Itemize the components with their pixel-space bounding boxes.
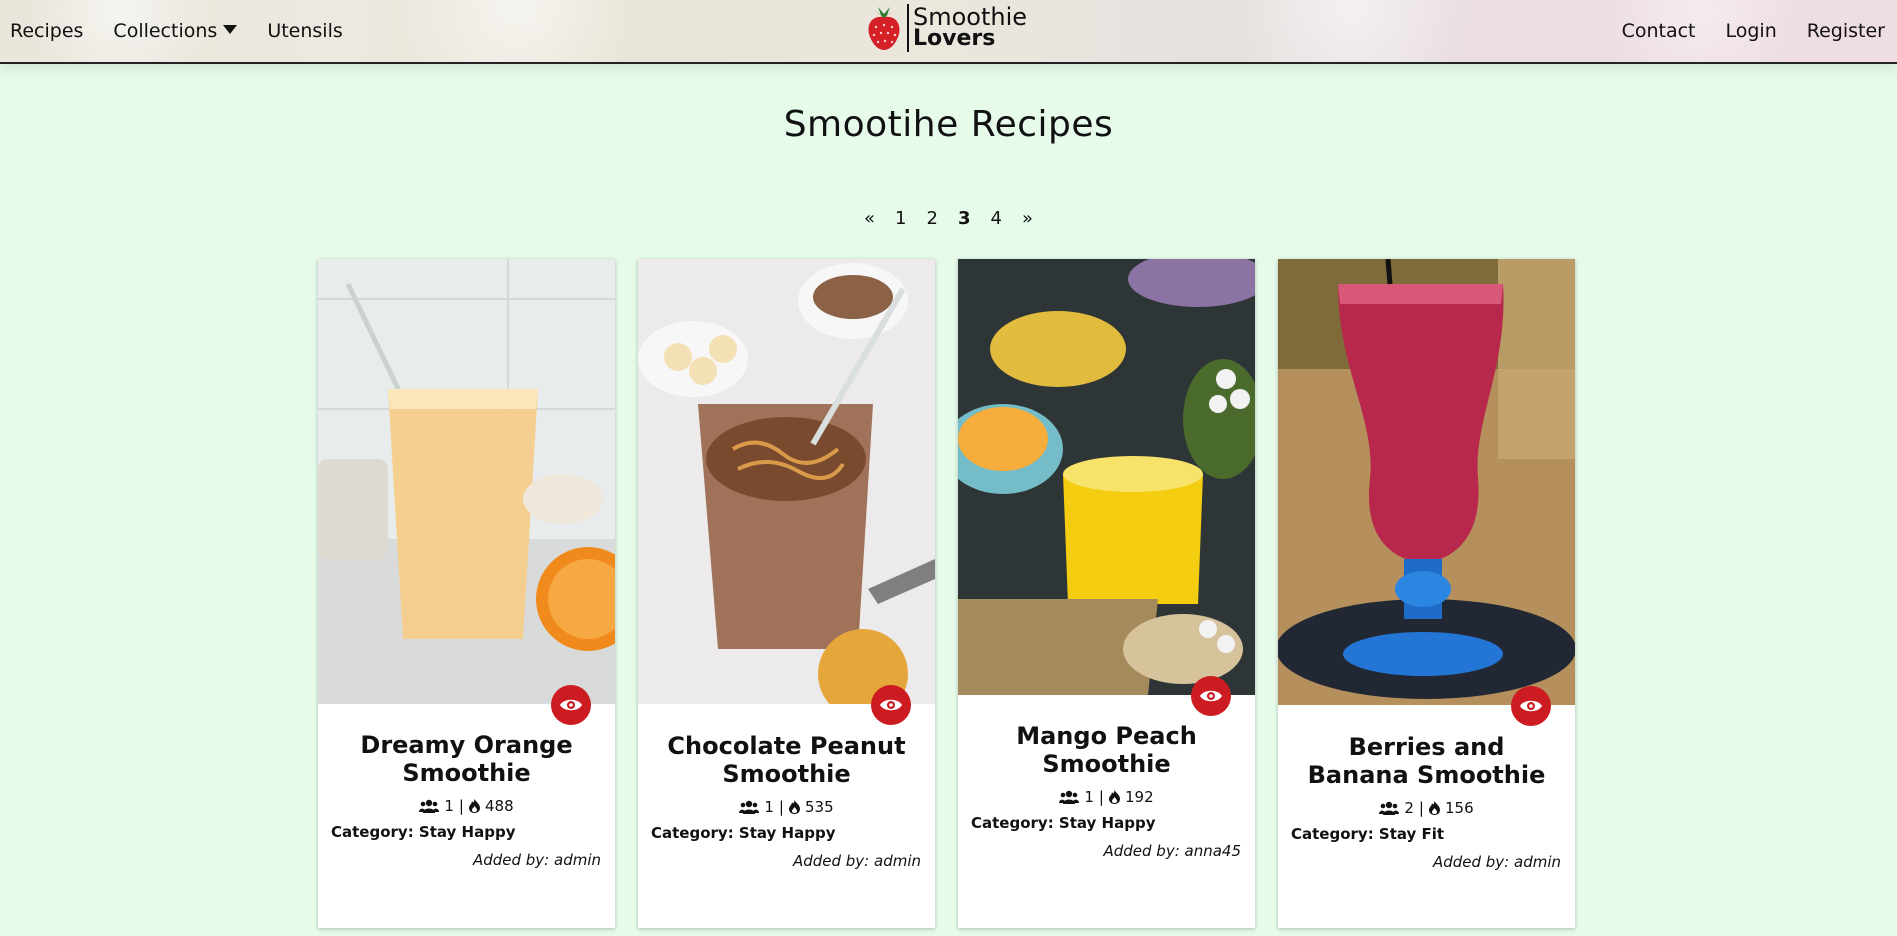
recipe-title[interactable]: Mango Peach Smoothie: [958, 722, 1255, 778]
recipe-image-berries-smoothie[interactable]: [1278, 259, 1575, 705]
users-icon: [739, 800, 760, 814]
calories-count: 535: [804, 798, 834, 816]
users-icon: [419, 799, 440, 813]
card-body: Mango Peach Smoothie 1 | 192 Category: S…: [958, 722, 1255, 860]
stats-separator: |: [1098, 788, 1104, 806]
nav-recipes-link[interactable]: Recipes: [10, 20, 83, 42]
recipe-title[interactable]: Chocolate Peanut Smoothie: [638, 732, 935, 788]
nav-left: Recipes Collections Utensils: [10, 20, 343, 42]
pagination-page-2[interactable]: 2: [925, 208, 940, 229]
recipe-stats: 1 | 488: [318, 797, 615, 815]
pagination-next[interactable]: »: [1020, 208, 1035, 229]
calories-count: 192: [1124, 788, 1154, 806]
recipe-image-mango-smoothie[interactable]: [958, 259, 1255, 695]
pagination-page-1[interactable]: 1: [893, 208, 908, 229]
recipe-category: Category: Stay Happy: [331, 823, 516, 841]
users-icon: [1379, 801, 1400, 815]
flame-icon: [1108, 790, 1120, 804]
recipe-author: Added by: anna45: [1103, 842, 1241, 860]
pagination-prev[interactable]: «: [862, 208, 877, 229]
recipe-category: Category: Stay Happy: [651, 824, 836, 842]
site-logo[interactable]: Smoothie Lovers: [864, 4, 1027, 52]
recipe-title[interactable]: Dreamy Orange Smoothie: [318, 731, 615, 787]
recipe-card[interactable]: Berries and Banana Smoothie 2 | 156 Cate…: [1278, 259, 1575, 928]
page-title: Smootihe Recipes: [783, 104, 1114, 145]
pagination-page-3-active[interactable]: 3: [956, 208, 973, 229]
pagination-page-4[interactable]: 4: [988, 208, 1003, 229]
nav-register-link[interactable]: Register: [1807, 20, 1885, 42]
recipe-title[interactable]: Berries and Banana Smoothie: [1278, 733, 1575, 789]
eye-icon: [1520, 700, 1542, 712]
recipe-card[interactable]: Chocolate Peanut Smoothie 1 | 535 Catego…: [638, 259, 935, 928]
logo-line-2: Lovers: [913, 25, 996, 51]
eye-icon: [560, 699, 582, 711]
recipe-image-chocolate-smoothie[interactable]: [638, 259, 935, 704]
eye-icon: [880, 699, 902, 711]
strawberry-icon: [868, 7, 900, 50]
flame-icon: [1428, 801, 1440, 815]
card-body: Chocolate Peanut Smoothie 1 | 535 Catego…: [638, 732, 935, 870]
recipe-category: Category: Stay Happy: [971, 814, 1156, 832]
stats-separator: |: [778, 798, 784, 816]
recipe-card[interactable]: Mango Peach Smoothie 1 | 192 Category: S…: [958, 259, 1255, 928]
nav-login-link[interactable]: Login: [1726, 20, 1777, 42]
recipe-image-orange-smoothie[interactable]: [318, 259, 615, 704]
logo-divider: [907, 4, 909, 52]
recipe-stats: 2 | 156: [1278, 799, 1575, 817]
pagination: « 1 2 3 4 »: [0, 208, 1897, 229]
recipe-card[interactable]: Dreamy Orange Smoothie 1 | 488 Category:…: [318, 259, 615, 928]
top-navbar: Recipes Collections Utensils Smoothie Lo…: [0, 0, 1897, 64]
calories-count: 488: [484, 797, 514, 815]
recipe-stats: 1 | 535: [638, 798, 935, 816]
servings-count: 1: [1084, 788, 1094, 806]
users-icon: [1059, 790, 1080, 804]
recipe-author: Added by: admin: [792, 852, 921, 870]
stats-separator: |: [458, 797, 464, 815]
card-body: Dreamy Orange Smoothie 1 | 488 Category:…: [318, 731, 615, 869]
recipe-category: Category: Stay Fit: [1291, 825, 1445, 843]
view-recipe-button[interactable]: [871, 685, 911, 725]
caret-down-icon: [223, 25, 238, 34]
nav-contact-link[interactable]: Contact: [1622, 20, 1696, 42]
flame-icon: [468, 799, 480, 813]
nav-collections-label: Collections: [113, 20, 218, 42]
nav-collections-dropdown[interactable]: Collections: [113, 20, 238, 42]
nav-right: Contact Login Register: [1622, 20, 1885, 42]
recipe-author: Added by: admin: [472, 851, 601, 869]
calories-count: 156: [1444, 799, 1474, 817]
recipe-card-grid: Dreamy Orange Smoothie 1 | 488 Category:…: [318, 259, 1575, 928]
stats-separator: |: [1418, 799, 1424, 817]
view-recipe-button[interactable]: [551, 685, 591, 725]
recipe-stats: 1 | 192: [958, 788, 1255, 806]
eye-icon: [1200, 690, 1222, 702]
servings-count: 1: [764, 798, 774, 816]
view-recipe-button[interactable]: [1191, 676, 1231, 716]
recipe-author: Added by: admin: [1432, 853, 1561, 871]
flame-icon: [788, 800, 800, 814]
servings-count: 2: [1404, 799, 1414, 817]
card-body: Berries and Banana Smoothie 2 | 156 Cate…: [1278, 733, 1575, 871]
view-recipe-button[interactable]: [1511, 686, 1551, 726]
logo-text: Smoothie Lovers: [913, 6, 1027, 51]
nav-utensils-link[interactable]: Utensils: [267, 20, 342, 42]
servings-count: 1: [444, 797, 454, 815]
